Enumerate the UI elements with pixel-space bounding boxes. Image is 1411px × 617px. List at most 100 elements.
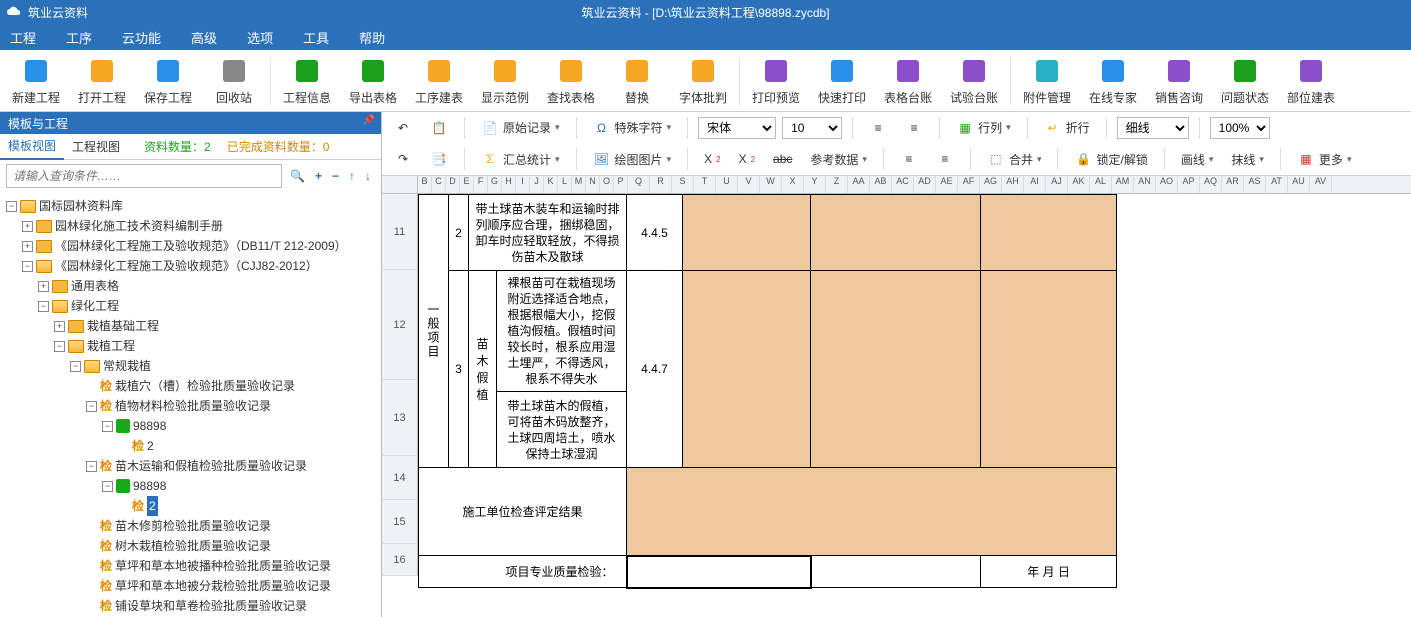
tree-rec1[interactable]: 检栽植穴（槽）检验批质量验收记录: [84, 376, 379, 396]
col-header[interactable]: Q: [628, 176, 650, 193]
line-style-select[interactable]: 细线: [1117, 117, 1189, 139]
tree-n3b2[interactable]: −栽植工程: [52, 336, 379, 356]
tree-rec3a1[interactable]: 检2: [116, 496, 379, 516]
summary-button[interactable]: Σ汇总统计: [475, 148, 566, 170]
ribbon-find-button[interactable]: 查找表格: [539, 52, 603, 110]
tree-rec7[interactable]: 检草坪和草本地被分栽检验批质量验收记录: [84, 576, 379, 596]
col-header[interactable]: P: [614, 176, 628, 193]
tree-rec5[interactable]: 检树木栽植检验批质量验收记录: [84, 536, 379, 556]
col-header[interactable]: AV: [1310, 176, 1332, 193]
align-center-button[interactable]: ≡: [899, 117, 929, 139]
spreadsheet[interactable]: BCDEFGHIJKLMNOPQRSTUVWXYZAAABACADAEAFAGA…: [382, 176, 1411, 617]
ribbon-info-button[interactable]: 工程信息: [275, 52, 339, 110]
tab-template-view[interactable]: 模板视图: [0, 133, 64, 160]
ribbon-open-button[interactable]: 打开工程: [70, 52, 134, 110]
cell-seq[interactable]: 3: [449, 271, 469, 468]
cell-label[interactable]: 项目专业质量检验：: [419, 556, 627, 588]
tree-n2[interactable]: +《园林绿化工程施工及验收规范》（DB11/T 212-2009）: [20, 236, 379, 256]
copy-button[interactable]: 📑: [424, 148, 454, 170]
col-header[interactable]: J: [530, 176, 544, 193]
search-icon[interactable]: 🔍: [290, 169, 305, 183]
col-header[interactable]: AM: [1112, 176, 1134, 193]
col-header[interactable]: O: [600, 176, 614, 193]
wrap-button[interactable]: ↵折行: [1038, 117, 1096, 139]
col-header[interactable]: U: [716, 176, 738, 193]
cell-seq[interactable]: 2: [449, 195, 469, 271]
align-left-button[interactable]: ≡: [863, 117, 893, 139]
col-header[interactable]: AE: [936, 176, 958, 193]
cell-desc[interactable]: 带土球苗木装车和运输时排列顺序应合理，捆绑稳固，卸车时应轻取轻放，不得损伤苗木及…: [469, 195, 627, 271]
tree-n3b1[interactable]: +栽植基础工程: [52, 316, 379, 336]
remove-icon[interactable]: −: [332, 169, 339, 183]
cell-input[interactable]: [981, 271, 1117, 468]
col-header[interactable]: T: [694, 176, 716, 193]
tree-n3b[interactable]: −绿化工程: [36, 296, 379, 316]
cell-active-input[interactable]: [627, 556, 811, 588]
ribbon-export-button[interactable]: 导出表格: [341, 52, 405, 110]
col-header[interactable]: Y: [804, 176, 826, 193]
menu-project[interactable]: 工程: [10, 28, 36, 47]
paste-button[interactable]: 📋: [424, 117, 454, 139]
strike-button[interactable]: abc: [767, 150, 798, 168]
cell-desc[interactable]: 裸根苗可在栽植现场附近选择适合地点，根据根幅大小，挖假植沟假植。假植时间较长时，…: [497, 271, 627, 392]
col-header[interactable]: AG: [980, 176, 1002, 193]
tree-rec8[interactable]: 检铺设草块和草卷检验批质量验收记录: [84, 596, 379, 616]
tree-n1[interactable]: +园林绿化施工技术资料编制手册: [20, 216, 379, 236]
row-header[interactable]: 12: [382, 270, 417, 380]
tree-rec3[interactable]: −检苗木运输和假植检验批质量验收记录: [84, 456, 379, 476]
col-header[interactable]: AJ: [1046, 176, 1068, 193]
ribbon-save-button[interactable]: 保存工程: [136, 52, 200, 110]
ribbon-ledger-button[interactable]: 表格台账: [876, 52, 940, 110]
cells-area[interactable]: + 一般项目 2 带土球苗木装车和运输时排列顺序应合理，捆绑稳固，卸车时应轻取轻…: [418, 194, 1411, 576]
col-header[interactable]: AD: [914, 176, 936, 193]
superscript-button[interactable]: X2: [698, 150, 726, 168]
col-header[interactable]: G: [488, 176, 502, 193]
col-header[interactable]: AP: [1178, 176, 1200, 193]
col-header[interactable]: K: [544, 176, 558, 193]
ribbon-font-button[interactable]: 字体批判: [671, 52, 735, 110]
row-header[interactable]: 11: [382, 194, 417, 270]
ribbon-expert-button[interactable]: 在线专家: [1081, 52, 1145, 110]
ribbon-replace-button[interactable]: 替换: [605, 52, 669, 110]
ribbon-new-button[interactable]: 新建工程: [4, 52, 68, 110]
col-header[interactable]: M: [572, 176, 586, 193]
ribbon-preview-button[interactable]: 打印预览: [744, 52, 808, 110]
col-header[interactable]: R: [650, 176, 672, 193]
menu-cloud[interactable]: 云功能: [122, 28, 161, 47]
col-header[interactable]: S: [672, 176, 694, 193]
cell-desc[interactable]: 带土球苗木的假植，可将苗木码放整齐，土球四周培土，喷水保持土球湿润: [497, 392, 627, 468]
row-header[interactable]: 14: [382, 456, 417, 500]
cell-input[interactable]: [811, 195, 981, 271]
col-header[interactable]: AT: [1266, 176, 1288, 193]
menu-procedure[interactable]: 工序: [66, 28, 92, 47]
col-header[interactable]: I: [516, 176, 530, 193]
cell-input[interactable]: [683, 195, 811, 271]
row-header[interactable]: 16: [382, 544, 417, 576]
col-header[interactable]: AK: [1068, 176, 1090, 193]
col-header[interactable]: V: [738, 176, 760, 193]
col-header[interactable]: AS: [1244, 176, 1266, 193]
col-header[interactable]: E: [460, 176, 474, 193]
search-input[interactable]: [6, 164, 282, 188]
down-icon[interactable]: ↓: [365, 169, 371, 183]
cell-ref[interactable]: 4.4.7: [627, 271, 683, 468]
ribbon-dept-button[interactable]: 部位建表: [1279, 52, 1343, 110]
col-header[interactable]: AA: [848, 176, 870, 193]
tree-root[interactable]: −国标园林资料库: [4, 196, 379, 216]
cell-label[interactable]: 施工单位检查评定结果: [419, 468, 627, 556]
col-header[interactable]: B: [418, 176, 432, 193]
col-header[interactable]: Z: [826, 176, 848, 193]
col-header[interactable]: AQ: [1200, 176, 1222, 193]
add-icon[interactable]: +: [315, 169, 322, 183]
ribbon-test-button[interactable]: 试验台账: [942, 52, 1006, 110]
corner-cell[interactable]: [382, 176, 418, 193]
col-header[interactable]: AH: [1002, 176, 1024, 193]
ribbon-order-button[interactable]: 工序建表: [407, 52, 471, 110]
col-header[interactable]: AU: [1288, 176, 1310, 193]
menu-help[interactable]: 帮助: [359, 28, 385, 47]
pin-icon[interactable]: 📌: [363, 115, 375, 126]
cell-label[interactable]: 苗木假植: [469, 271, 497, 468]
tree-rec2a1[interactable]: 检2: [116, 436, 379, 456]
tree-rec2a[interactable]: −98898: [100, 416, 379, 436]
cell-date[interactable]: 年 月 日: [981, 556, 1117, 588]
